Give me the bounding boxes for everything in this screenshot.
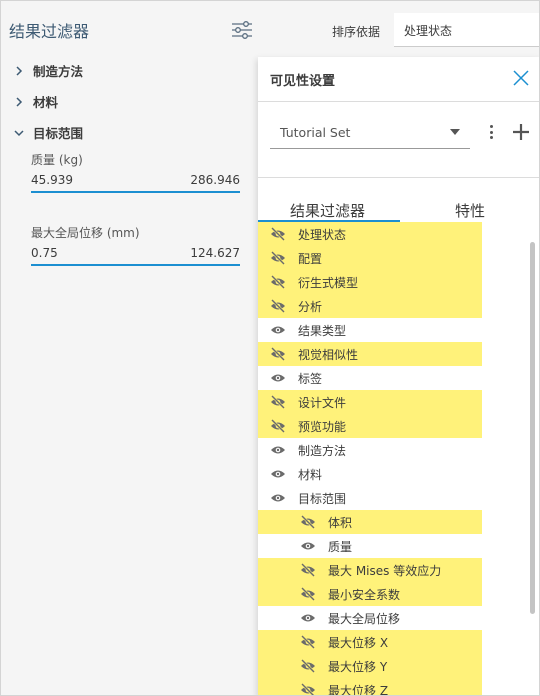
mass-range-values[interactable]: 45.939 286.946 bbox=[31, 173, 240, 187]
visibility-item[interactable]: 质量 bbox=[258, 534, 482, 558]
section-target-range[interactable]: 目标范围 bbox=[11, 123, 83, 142]
displacement-range-slider[interactable] bbox=[31, 264, 240, 266]
caret-down-icon bbox=[450, 129, 460, 135]
mass-range-slider[interactable] bbox=[31, 191, 240, 193]
visibility-item[interactable]: 最大全局位移 bbox=[258, 606, 482, 630]
visibility-item-label: 材料 bbox=[298, 467, 323, 482]
visibility-item[interactable]: 预览功能 bbox=[258, 414, 482, 438]
visibility-item-label: 分析 bbox=[298, 299, 323, 314]
add-icon[interactable] bbox=[512, 123, 530, 141]
visibility-item[interactable]: 最大位移 X bbox=[258, 630, 482, 654]
eye-hidden-icon[interactable] bbox=[270, 394, 286, 410]
eye-icon[interactable] bbox=[270, 490, 286, 506]
section-label: 制造方法 bbox=[33, 64, 84, 79]
visibility-item[interactable]: 最小安全系数 bbox=[258, 582, 482, 606]
eye-hidden-icon[interactable] bbox=[270, 418, 286, 434]
tab-result-filters[interactable]: 结果过滤器 bbox=[290, 200, 365, 221]
sort-label: 排序依据 bbox=[332, 25, 381, 39]
visibility-item[interactable]: 目标范围 bbox=[258, 486, 482, 510]
eye-hidden-icon[interactable] bbox=[270, 274, 286, 290]
visibility-item-label: 目标范围 bbox=[298, 491, 347, 506]
eye-hidden-icon[interactable] bbox=[270, 226, 286, 242]
visibility-item[interactable]: 制造方法 bbox=[258, 438, 482, 462]
eye-hidden-icon[interactable] bbox=[300, 562, 316, 578]
visibility-item-label: 结果类型 bbox=[298, 323, 347, 338]
sort-bar: 排序依据 处理状态 bbox=[258, 1, 539, 57]
visibility-item[interactable]: 最大位移 Y bbox=[258, 654, 482, 678]
eye-icon[interactable] bbox=[270, 442, 286, 458]
visibility-item[interactable]: 材料 bbox=[258, 462, 482, 486]
filter-panel: 结果过滤器 制造方法 材料 目标范围 质量 (kg) 45.939 286.94… bbox=[1, 1, 289, 695]
range-min[interactable]: 45.939 bbox=[31, 173, 73, 187]
eye-icon[interactable] bbox=[270, 370, 286, 386]
range-min[interactable]: 0.75 bbox=[31, 246, 58, 260]
visibility-item[interactable]: 配置 bbox=[258, 246, 482, 270]
filter-settings-icon[interactable] bbox=[230, 18, 254, 42]
visibility-item[interactable]: 设计文件 bbox=[258, 390, 482, 414]
mass-range-label: 质量 (kg) bbox=[31, 153, 83, 167]
visibility-item-label: 处理状态 bbox=[298, 227, 347, 242]
eye-icon[interactable] bbox=[300, 610, 316, 626]
chevron-right-icon bbox=[11, 63, 27, 79]
visibility-item-label: 预览功能 bbox=[298, 419, 347, 434]
visibility-item-label: 配置 bbox=[298, 251, 323, 266]
eye-hidden-icon[interactable] bbox=[300, 634, 316, 650]
visibility-item-label: 最大位移 X bbox=[328, 635, 389, 650]
visibility-item[interactable]: 视觉相似性 bbox=[258, 342, 482, 366]
close-icon[interactable] bbox=[512, 69, 530, 87]
section-label: 材料 bbox=[33, 95, 59, 110]
dropdown-value: Tutorial Set bbox=[280, 125, 351, 140]
eye-icon[interactable] bbox=[270, 466, 286, 482]
visibility-item-label: 体积 bbox=[328, 515, 353, 530]
divider bbox=[258, 177, 539, 178]
eye-hidden-icon[interactable] bbox=[270, 298, 286, 314]
section-manufacturing-method[interactable]: 制造方法 bbox=[11, 61, 83, 80]
range-max[interactable]: 286.946 bbox=[190, 173, 240, 187]
more-options-icon[interactable] bbox=[484, 122, 498, 142]
visibility-item-label: 标签 bbox=[298, 371, 323, 386]
displacement-range-label: 最大全局位移 (mm) bbox=[31, 226, 140, 240]
scrollbar[interactable] bbox=[530, 242, 535, 614]
dialog-title: 可见性设置 bbox=[270, 74, 336, 89]
visibility-item-label: 衍生式模型 bbox=[298, 275, 359, 290]
visibility-item[interactable]: 标签 bbox=[258, 366, 482, 390]
visibility-item-label: 制造方法 bbox=[298, 443, 347, 458]
visibility-item[interactable]: 处理状态 bbox=[258, 222, 482, 246]
visibility-item-label: 设计文件 bbox=[298, 395, 347, 410]
visibility-item[interactable]: 最大位移 Z bbox=[258, 678, 482, 696]
visibility-item-label: 最大位移 Y bbox=[328, 659, 388, 674]
visibility-item[interactable]: 结果类型 bbox=[258, 318, 482, 342]
visibility-item-label: 视觉相似性 bbox=[298, 347, 359, 362]
eye-hidden-icon[interactable] bbox=[300, 586, 316, 602]
range-max[interactable]: 124.627 bbox=[190, 246, 240, 260]
displacement-range-values[interactable]: 0.75 124.627 bbox=[31, 246, 240, 260]
eye-hidden-icon[interactable] bbox=[300, 682, 316, 695]
eye-hidden-icon[interactable] bbox=[300, 514, 316, 530]
chevron-right-icon bbox=[11, 94, 27, 110]
divider bbox=[258, 101, 539, 102]
visibility-set-dropdown[interactable]: Tutorial Set bbox=[270, 119, 470, 149]
eye-hidden-icon[interactable] bbox=[270, 250, 286, 266]
visibility-item-label: 最大全局位移 bbox=[328, 611, 401, 626]
panel-title: 结果过滤器 bbox=[9, 22, 90, 41]
visibility-item[interactable]: 体积 bbox=[258, 510, 482, 534]
visibility-item-label: 最大位移 Z bbox=[328, 683, 389, 696]
visibility-item[interactable]: 最大 Mises 等效应力 bbox=[258, 558, 482, 582]
visibility-item[interactable]: 衍生式模型 bbox=[258, 270, 482, 294]
eye-icon[interactable] bbox=[270, 322, 286, 338]
visibility-item-label: 最大 Mises 等效应力 bbox=[328, 563, 442, 578]
visibility-item-label: 最小安全系数 bbox=[328, 587, 401, 602]
app-window: 结果过滤器 制造方法 材料 目标范围 质量 (kg) 45.939 286.94… bbox=[0, 0, 540, 696]
eye-hidden-icon[interactable] bbox=[300, 658, 316, 674]
section-material[interactable]: 材料 bbox=[11, 92, 58, 111]
visibility-item-label: 质量 bbox=[328, 539, 353, 554]
visibility-item[interactable]: 分析 bbox=[258, 294, 482, 318]
visibility-settings-dialog: 可见性设置 Tutorial Set 结果过滤器 特性 处理状态配置衍生式模型分… bbox=[258, 57, 539, 696]
eye-icon[interactable] bbox=[300, 538, 316, 554]
eye-hidden-icon[interactable] bbox=[270, 346, 286, 362]
tab-properties[interactable]: 特性 bbox=[455, 200, 485, 221]
sort-select[interactable]: 处理状态 bbox=[394, 13, 539, 47]
section-label: 目标范围 bbox=[33, 126, 84, 141]
chevron-down-icon bbox=[11, 125, 27, 141]
